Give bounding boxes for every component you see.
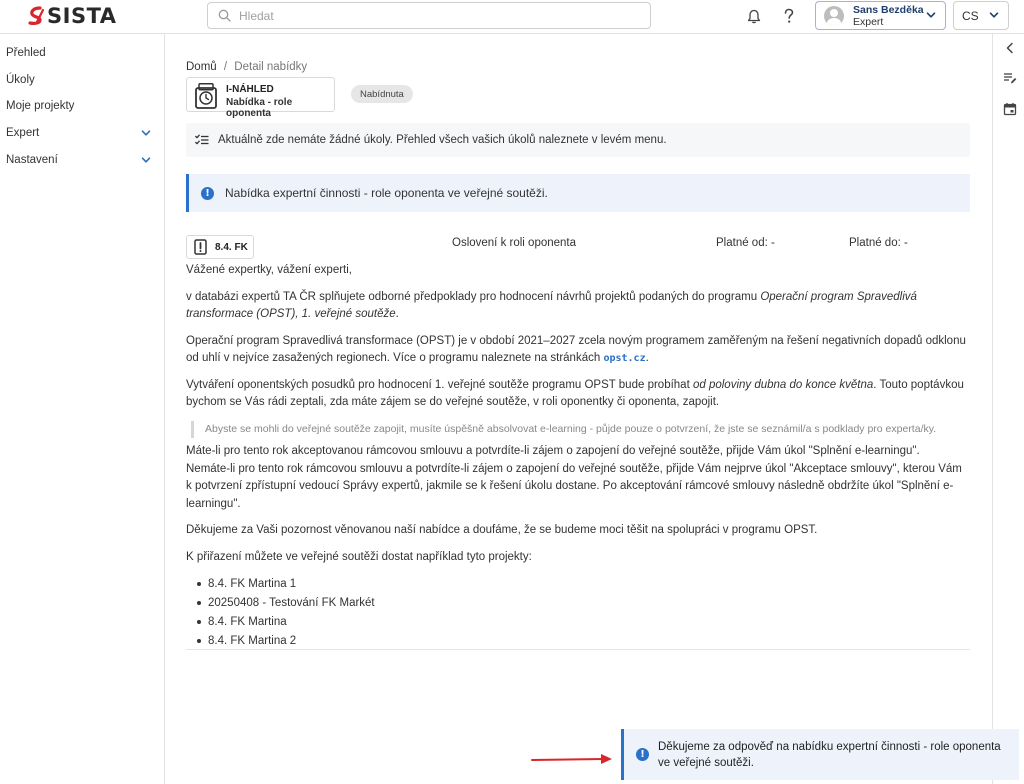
help-icon: [784, 8, 794, 23]
notifications-button[interactable]: [743, 5, 765, 27]
list-item: 20250408 - Testování FK Markét: [186, 594, 976, 613]
app-header: SISTA Sans Bezděka Expert CS: [0, 0, 1024, 34]
sista-logo-icon: [28, 6, 45, 25]
task-list-icon: [195, 134, 209, 145]
letter-text: Vytváření oponentských posudků pro hodno…: [186, 378, 693, 391]
search-box[interactable]: [207, 2, 651, 29]
letter-text: Máte-li pro tento rok akceptovanou rámco…: [186, 445, 920, 457]
letter-greeting: Vážené expertky, vážení experti,: [186, 264, 352, 276]
letter-paragraph: Vytváření oponentských posudků pro hodno…: [186, 377, 968, 412]
search-input[interactable]: [239, 8, 619, 23]
letter-paragraph: Máte-li pro tento rok akceptovanou rámco…: [186, 443, 968, 513]
offer-title: I-NÁHLED: [226, 84, 274, 95]
sidebar-item-label: Úkoly: [6, 74, 35, 86]
valid-from: Platné od: -: [716, 237, 775, 249]
letter-quote: Abyste se mohli do veřejné soutěže zapoj…: [191, 420, 976, 438]
sidebar: Přehled Úkoly Moje projekty Expert Nasta…: [0, 34, 165, 784]
document-label: Oslovení k roli oponenta: [452, 237, 577, 249]
letter-text: v databázi expertů TA ČR splňujete odbor…: [186, 290, 761, 303]
document-code: 8.4. FK: [215, 241, 248, 253]
search-icon: [218, 9, 231, 22]
breadcrumb-current: Detail nabídky: [234, 61, 308, 73]
letter-paragraph: K přiřazení můžete ve veřejné soutěži do…: [186, 550, 532, 563]
letter-text: Nemáte-li pro tento rok rámcovou smlouvu…: [186, 462, 962, 510]
breadcrumb-separator: /: [223, 61, 228, 73]
breadcrumb: Domů / Detail nabídky: [186, 61, 307, 73]
user-name: Sans Bezděka: [853, 3, 924, 16]
sidebar-item-label: Expert: [6, 127, 40, 139]
info-icon: !: [636, 748, 649, 761]
divider: [186, 649, 970, 650]
help-button[interactable]: [778, 5, 800, 27]
list-item: 8.4. FK Martina: [186, 613, 976, 632]
tasks-notice: Aktuálně zde nemáte žádné úkoly. Přehled…: [186, 123, 970, 157]
chevron-down-icon: [989, 12, 999, 18]
letter-text: .: [395, 308, 399, 320]
sidebar-item-expert[interactable]: Expert: [6, 123, 156, 143]
letter-paragraph: Děkujeme za Vaši pozornost věnovanou naš…: [186, 524, 818, 536]
info-notice: ! Nabídka expertní činnosti - role opone…: [186, 174, 970, 212]
calendar-icon[interactable]: [1003, 102, 1017, 116]
success-toast: ! Děkujeme za odpověď na nabídku expertn…: [621, 729, 1019, 780]
logo[interactable]: SISTA: [28, 4, 117, 28]
chevron-left-icon[interactable]: [1003, 41, 1017, 55]
letter-text: .: [645, 352, 649, 364]
sidebar-item-ukoly[interactable]: Úkoly: [6, 70, 156, 90]
arrow-annotation-icon: [531, 754, 612, 764]
valid-to: Platné do: -: [849, 237, 908, 249]
offer-subtitle: Nabídka - role oponenta: [226, 97, 293, 119]
project-list: 8.4. FK Martina 1 20250408 - Testování F…: [186, 575, 976, 651]
bell-icon: [747, 9, 761, 23]
letter-italic: od poloviny dubna do konce května: [692, 378, 874, 391]
tasks-notice-text: Aktuálně zde nemáte žádné úkoly. Přehled…: [218, 134, 667, 146]
letter-paragraph: Operační program Spravedlivá transformac…: [186, 333, 968, 368]
status-badge: Nabídnuta: [351, 85, 413, 103]
breadcrumb-home[interactable]: Domů: [186, 61, 217, 73]
letter-body: Vážené expertky, vážení experti, v datab…: [186, 262, 976, 651]
sidebar-item-label: Nastavení: [6, 154, 58, 166]
document-chip[interactable]: 8.4. FK: [186, 235, 254, 259]
sidebar-item-moje-projekty[interactable]: Moje projekty: [6, 96, 156, 116]
main-content: Domů / Detail nabídky I-NÁHLED Nabídka -…: [166, 34, 992, 784]
letter-text: Operační program Spravedlivá transformac…: [186, 334, 966, 365]
offer-card: I-NÁHLED Nabídka - role oponenta: [186, 77, 335, 119]
user-menu[interactable]: Sans Bezděka Expert: [815, 1, 946, 30]
sidebar-item-label: Přehled: [6, 47, 46, 59]
opst-link[interactable]: opst.cz: [603, 353, 645, 364]
sidebar-item-nastaveni[interactable]: Nastavení: [6, 150, 156, 170]
chevron-down-icon: [141, 157, 151, 163]
chevron-down-icon: [141, 130, 151, 136]
letter-paragraph: v databázi expertů TA ČR splňujete odbor…: [186, 289, 968, 324]
user-role: Expert: [853, 15, 884, 28]
language-value: CS: [962, 8, 979, 23]
right-rail: [992, 34, 1024, 784]
info-notice-text: Nabídka expertní činnosti - role oponent…: [225, 186, 548, 200]
info-icon: !: [201, 186, 214, 200]
sidebar-item-prehled[interactable]: Přehled: [6, 43, 156, 63]
logo-text: SISTA: [47, 4, 117, 28]
document-alert-icon: [194, 239, 207, 255]
chevron-down-icon: [926, 12, 936, 18]
offer-clock-icon: [195, 83, 217, 109]
toast-text: Děkujeme za odpověď na nabídku expertní …: [658, 741, 1001, 769]
language-select[interactable]: CS: [953, 1, 1009, 30]
list-item: 8.4. FK Martina 1: [186, 575, 976, 594]
sidebar-item-label: Moje projekty: [6, 100, 75, 112]
avatar: [824, 5, 844, 26]
edit-notes-icon[interactable]: [1003, 71, 1017, 85]
